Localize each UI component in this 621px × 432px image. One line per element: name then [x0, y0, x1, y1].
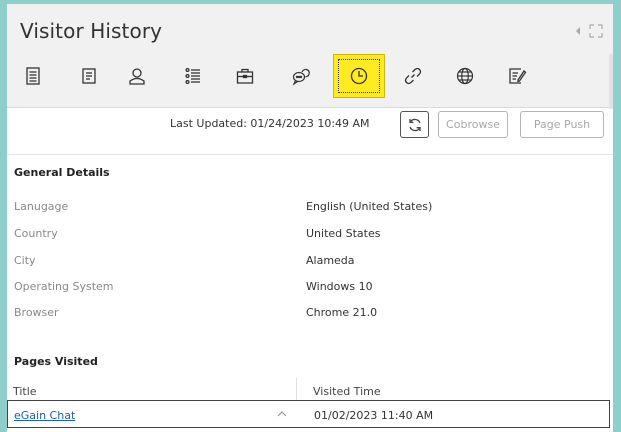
panel-header: Visitor History: [7, 4, 613, 118]
detail-value-country: United States: [306, 227, 381, 240]
tab-list[interactable]: [167, 54, 219, 98]
pages-visited-heading: Pages Visited: [14, 355, 98, 368]
tab-edit-notes[interactable]: [491, 54, 543, 98]
chat-icon: [292, 68, 310, 86]
globe-icon: [456, 67, 474, 85]
chevron-up-icon[interactable]: [276, 409, 288, 419]
list-icon: [185, 67, 200, 85]
link-icon: [404, 67, 422, 85]
detail-label-city: City: [14, 254, 36, 267]
detail-label-language: Lanugage: [14, 200, 69, 213]
tab-link[interactable]: [387, 54, 439, 98]
cobrowse-button[interactable]: Cobrowse: [438, 111, 508, 138]
notes-icon: [82, 68, 96, 84]
detail-value-browser: Chrome 21.0: [306, 306, 378, 319]
detail-value-os: Windows 10: [306, 280, 373, 293]
tab-globe[interactable]: [439, 54, 491, 98]
tab-document[interactable]: [7, 54, 59, 98]
page-push-button[interactable]: Page Push: [520, 111, 604, 138]
panel-title: Visitor History: [20, 19, 163, 43]
refresh-button[interactable]: [400, 111, 429, 138]
tab-briefcase[interactable]: [219, 54, 271, 98]
page-title-link[interactable]: eGain Chat: [14, 409, 75, 422]
detail-value-language: English (United States): [306, 200, 433, 213]
clock-icon: [350, 67, 368, 85]
refresh-icon: [408, 118, 421, 131]
document-icon: [26, 67, 40, 85]
detail-label-country: Country: [14, 227, 58, 240]
last-updated-text: Last Updated: 01/24/2023 10:49 AM: [170, 117, 370, 130]
tab-chat[interactable]: [275, 54, 327, 98]
detail-label-os: Operating System: [14, 280, 114, 293]
user-icon: [129, 68, 145, 85]
tab-user[interactable]: [111, 54, 163, 98]
expand-icon[interactable]: [589, 24, 603, 38]
table-row[interactable]: eGain Chat 01/02/2023 11:40 AM: [7, 400, 610, 428]
tab-bar: [7, 54, 613, 98]
detail-label-browser: Browser: [14, 306, 59, 319]
collapse-arrow-icon[interactable]: [571, 24, 585, 38]
visited-time-value: 01/02/2023 11:40 AM: [314, 409, 434, 422]
detail-value-city: Alameda: [306, 254, 355, 267]
general-details-heading: General Details: [14, 166, 110, 179]
tab-notes[interactable]: [63, 54, 115, 98]
edit-note-icon: [509, 68, 527, 84]
tab-history[interactable]: [333, 54, 385, 98]
briefcase-icon: [236, 68, 254, 84]
